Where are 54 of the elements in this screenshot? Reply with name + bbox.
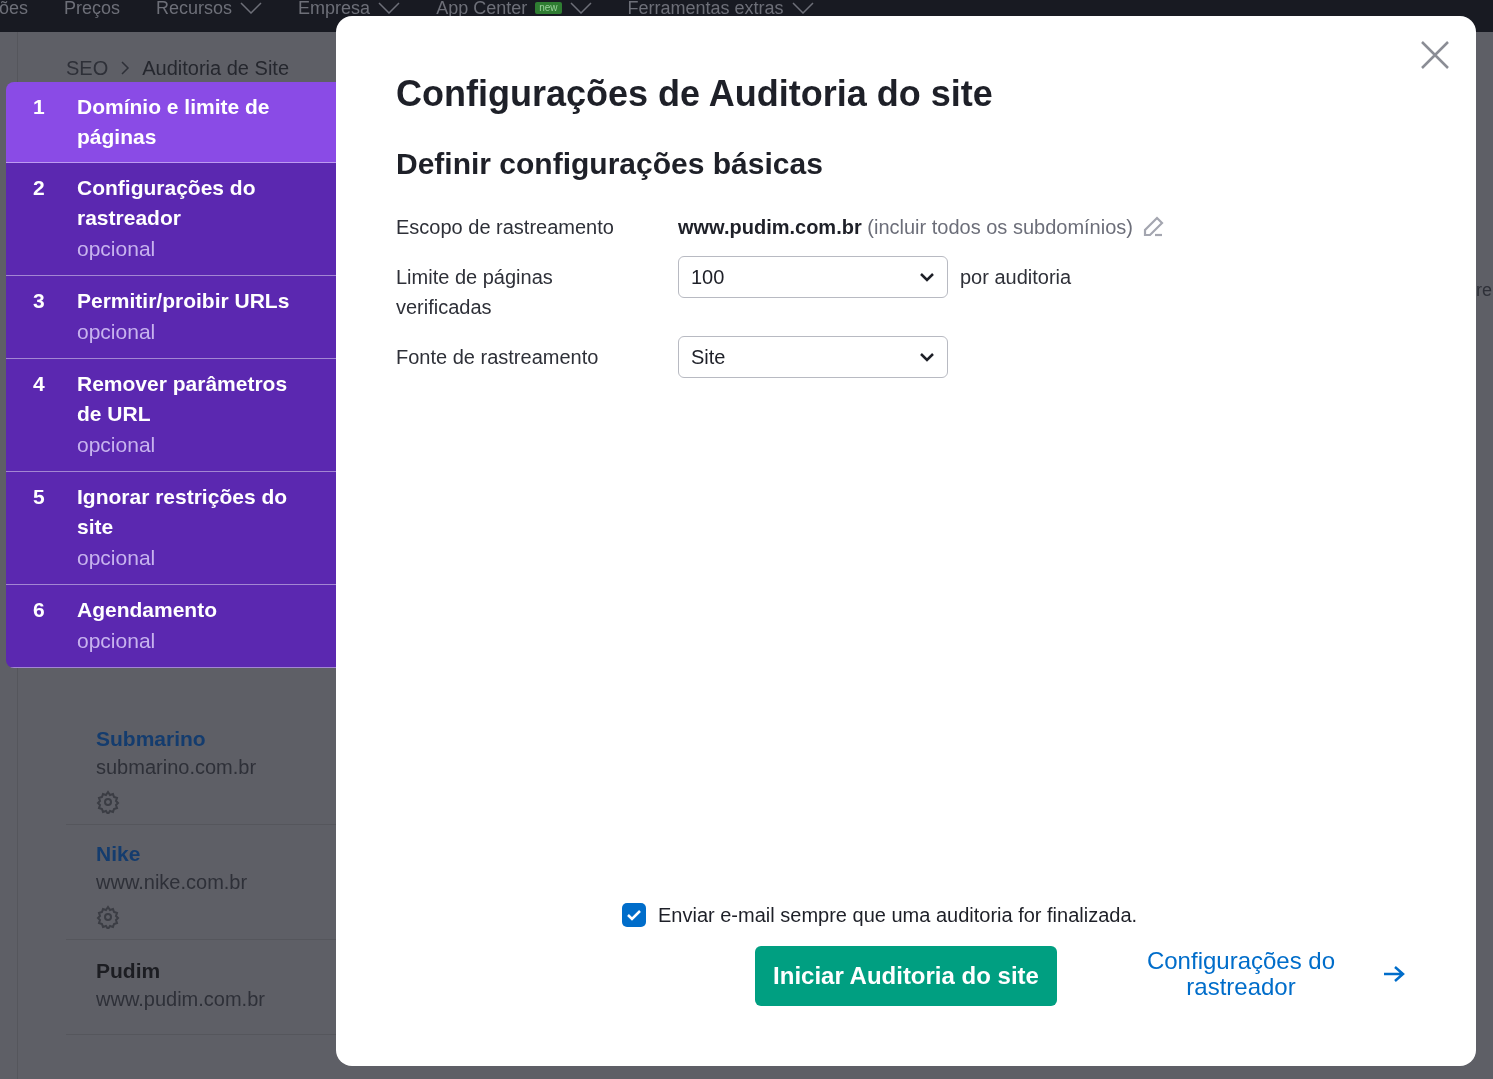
crawler-settings-link[interactable]: Configurações do rastreador (1116, 948, 1406, 1000)
step-number: 2 (33, 175, 46, 201)
field-label: Limite de páginas verificadas (396, 265, 554, 320)
step-subtitle: opcional (77, 545, 157, 571)
nav-link[interactable]: Preços (64, 0, 121, 16)
arrow-right-icon (1382, 964, 1406, 984)
step-title: Permitir/proibir URLs (77, 288, 291, 314)
step-title: Configurações do rastreador (77, 175, 257, 231)
dropdown-select[interactable]: 100 (678, 256, 948, 298)
step-item[interactable]: 3 Permitir/proibir URLs opcional (6, 276, 336, 359)
step-number: 1 (33, 94, 46, 120)
chevron-down-icon (919, 352, 935, 362)
chevron-right-icon (120, 60, 131, 76)
field-label: Escopo de rastreamento (396, 215, 615, 240)
checkmark-icon (626, 909, 642, 921)
step-item[interactable]: 4 Remover parâmetros de URL opcional (6, 359, 336, 472)
start-audit-button[interactable]: Iniciar Auditoria do site (755, 946, 1057, 1006)
step-title: Ignorar restrições do site (77, 484, 289, 540)
nav-link[interactable]: Recursos (156, 0, 263, 16)
nav-link[interactable]: Ferramentas extras (627, 0, 814, 16)
section-title: Definir configurações básicas (396, 146, 824, 182)
project-name: Nike (96, 841, 142, 867)
step-title: Domínio e limite de páginas (77, 94, 271, 150)
step-number: 3 (33, 288, 46, 314)
step-subtitle: opcional (77, 628, 157, 654)
step-number: 4 (33, 371, 46, 397)
settings-icon[interactable] (96, 905, 120, 929)
suffix-text: por auditoria (960, 265, 1072, 290)
dialog-title: Configurações de Auditoria do site (396, 72, 994, 116)
step-item[interactable]: 5 Ignorar restrições do site opcional (6, 472, 336, 585)
checkbox-label: Enviar e-mail sempre que uma auditoria for finalizada. (658, 903, 1138, 928)
step-item[interactable]: 6 Agendamento opcional (6, 585, 336, 668)
step-number: 6 (33, 597, 46, 623)
project-name: Pudim (96, 958, 162, 984)
email-checkbox[interactable] (622, 903, 646, 927)
step-subtitle: opcional (77, 432, 157, 458)
step-title: Agendamento (77, 597, 218, 623)
step-item[interactable]: 1 Domínio e limite de páginas (6, 82, 336, 163)
breadcrumb-link[interactable]: Auditoria de Site (142, 56, 289, 80)
step-item[interactable]: 2 Configurações do rastreador opcional (6, 163, 336, 276)
step-subtitle: opcional (77, 319, 157, 345)
new-badge: new (535, 2, 562, 14)
step-number: 5 (33, 484, 46, 510)
step-subtitle: opcional (77, 236, 157, 262)
dropdown-select[interactable]: Site (678, 336, 948, 378)
step-title: Remover parâmetros de URL (77, 371, 289, 427)
close-icon (1420, 40, 1450, 70)
settings-icon[interactable] (96, 790, 120, 814)
chevron-down-icon (919, 272, 935, 282)
field-label: Fonte de rastreamento (396, 345, 600, 370)
crawl-scope-text: www.pudim.com.br (incluir todos os subdomínios) (678, 215, 1133, 240)
nav-link[interactable]: ões (0, 0, 29, 16)
project-name: Submarino (96, 726, 207, 752)
nav-link[interactable]: Empresa (298, 0, 401, 16)
